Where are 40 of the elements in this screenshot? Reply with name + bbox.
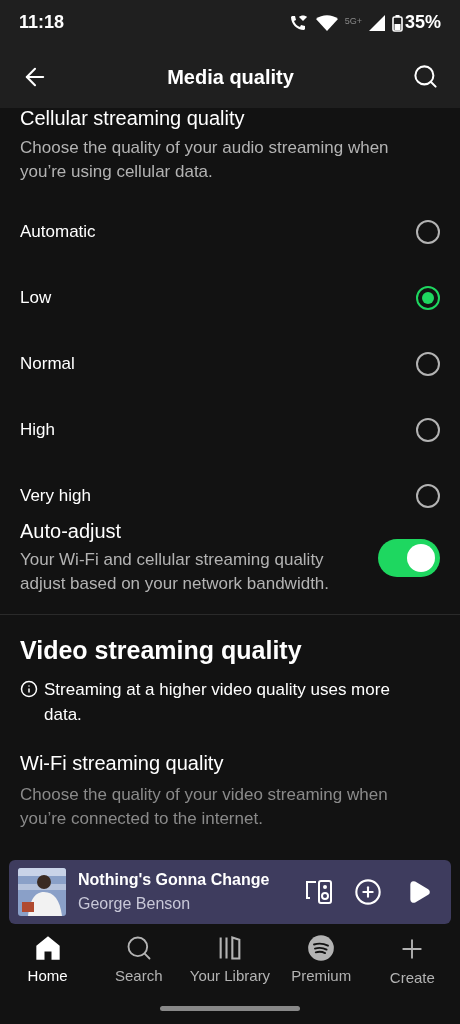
track-title: Nothing's Gonna Change: [78, 870, 271, 890]
radio-button[interactable]: [416, 418, 440, 442]
home-icon: [33, 934, 62, 962]
quality-option[interactable]: Automatic: [20, 199, 440, 265]
premium-icon: [307, 934, 336, 962]
radio-button[interactable]: [416, 286, 440, 310]
section-heading: Video streaming quality: [20, 635, 303, 665]
search-icon: [412, 63, 439, 90]
nav-tab[interactable]: Create: [367, 934, 458, 990]
info-text: Streaming at a higher video quality uses more data.: [44, 679, 391, 726]
nav-tab[interactable]: Search: [93, 934, 184, 990]
battery-percent: 35%: [404, 11, 441, 34]
devices-icon[interactable]: [304, 877, 334, 907]
quality-option[interactable]: Low: [20, 265, 440, 331]
wifi-calling-icon: [288, 13, 309, 32]
section-title: Cellular streaming quality: [20, 106, 246, 130]
nav-tab[interactable]: Home: [2, 934, 93, 990]
battery-icon: [391, 13, 403, 32]
section-description: Choose the quality of your video streaming when you’re connected to the internet.: [20, 784, 389, 830]
radio-button[interactable]: [416, 352, 440, 376]
setting-title: Auto-adjust: [20, 519, 123, 543]
network-type: 5G+: [344, 15, 362, 28]
nav-tab[interactable]: Your Library: [184, 934, 275, 990]
status-time: 11:18: [19, 11, 65, 34]
artist-name: George Benson: [78, 894, 192, 914]
signal-icon: [367, 13, 386, 32]
section-title: Wi-Fi streaming quality: [20, 751, 225, 775]
quality-option[interactable]: High: [20, 397, 440, 463]
quality-option[interactable]: Normal: [20, 331, 440, 397]
add-icon[interactable]: [354, 878, 382, 906]
radio-button[interactable]: [416, 220, 440, 244]
setting-description: Your Wi-Fi and cellular streaming quality adjust based on your network bandwidth.: [20, 549, 331, 595]
radio-button[interactable]: [416, 484, 440, 508]
wifi-icon: [314, 13, 339, 32]
page-title: Media quality: [167, 64, 294, 90]
section-description: Choose the quality of your audio streaming when you’re using cellular data.: [20, 137, 390, 183]
toggle-switch[interactable]: [378, 538, 440, 577]
info-icon: [20, 680, 38, 698]
mini-player[interactable]: Nothing's Gonna Change George Benson: [9, 860, 451, 924]
nav-tab[interactable]: Premium: [276, 934, 367, 990]
